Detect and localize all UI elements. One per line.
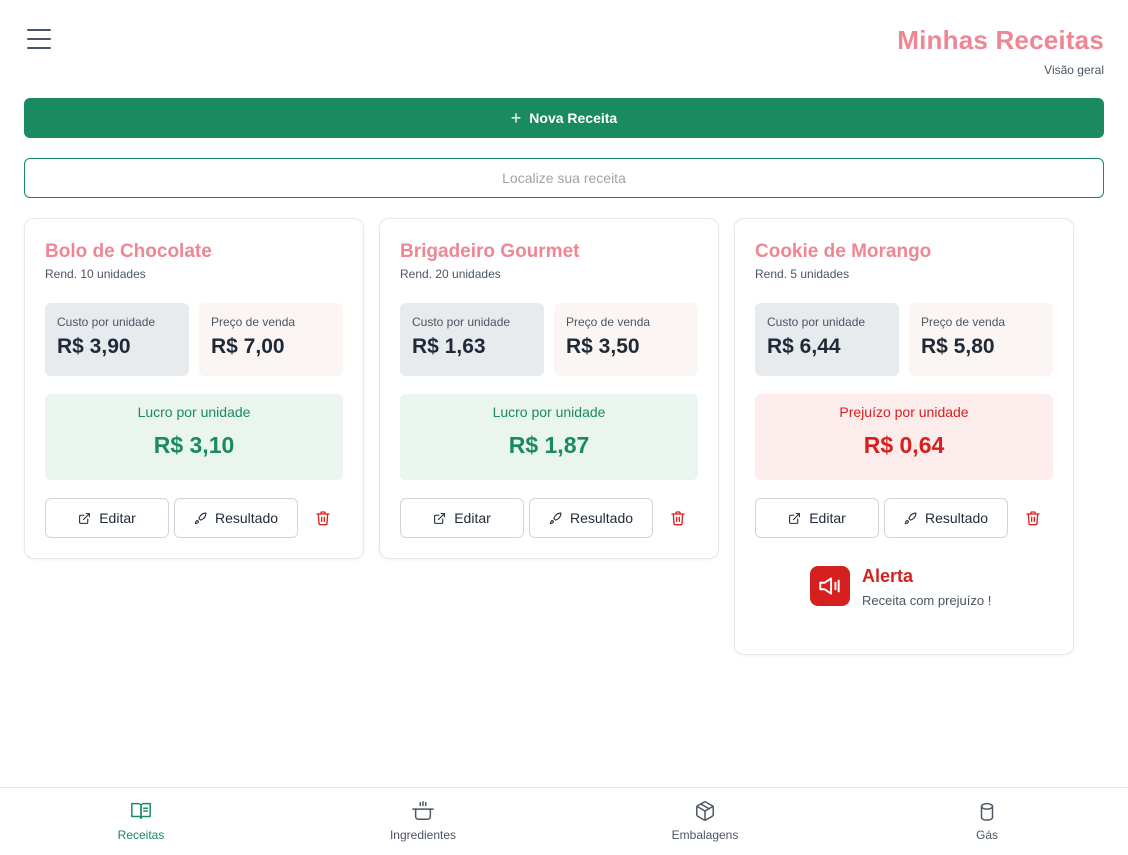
edit-label: Editar [809, 510, 846, 526]
megaphone-icon [810, 566, 850, 606]
price-label: Preço de venda [211, 315, 296, 329]
external-link-icon [434, 512, 446, 524]
result-label: Resultado [924, 510, 989, 526]
book-open-icon [131, 802, 151, 820]
gas-cylinder-icon [980, 802, 994, 821]
cost-value: R$ 1,63 [412, 335, 486, 358]
nav-label: Gás [975, 828, 998, 842]
page-title: Minhas Receitas [897, 25, 1104, 55]
nav-item-embalagens[interactable]: Embalagens [635, 800, 775, 842]
cost-label: Custo por unidade [412, 315, 511, 329]
sale-price: Preço de venda R$ 7,00 [199, 303, 343, 376]
result-label: Resultado [569, 510, 634, 526]
loss-label: Prejuízo por unidade [839, 404, 969, 420]
profit-value: R$ 3,10 [153, 432, 235, 458]
result-button[interactable]: Resultado [174, 498, 298, 538]
cost-label: Custo por unidade [57, 315, 156, 329]
edit-label: Editar [99, 510, 136, 526]
recipe-card: Cookie de Morango Rend. 5 unidades Custo… [734, 218, 1074, 655]
package-icon [696, 801, 714, 821]
nav-item-ingredientes[interactable]: Ingredientes [353, 800, 493, 842]
cost-label: Custo por unidade [767, 315, 866, 329]
loss-box: Prejuízo por unidade R$ 0,64 [755, 394, 1053, 480]
new-recipe-button[interactable]: + Nova Receita [24, 98, 1104, 138]
cost-per-unit: Custo por unidade R$ 6,44 [755, 303, 899, 376]
result-button[interactable]: Resultado [529, 498, 653, 538]
hamburger-menu-icon[interactable] [27, 29, 51, 49]
recipe-yield: Rend. 5 unidades [755, 267, 850, 281]
nav-label: Ingredientes [389, 828, 457, 842]
recipe-yield: Rend. 10 unidades [45, 267, 146, 281]
recipe-name: Bolo de Chocolate [45, 241, 212, 262]
search-input[interactable] [24, 158, 1104, 198]
alert-title: Alerta [862, 566, 914, 586]
price-value: R$ 3,50 [566, 335, 640, 358]
cost-value: R$ 6,44 [767, 335, 841, 358]
alert-text: Receita com prejuízo ! [862, 593, 992, 608]
external-link-icon [789, 512, 801, 524]
profit-label: Lucro por unidade [492, 404, 606, 420]
cost-per-unit: Custo por unidade R$ 3,90 [45, 303, 189, 376]
loss-alert: Alerta Receita com prejuízo ! [810, 566, 1030, 608]
price-value: R$ 7,00 [211, 335, 285, 358]
price-value: R$ 5,80 [921, 335, 995, 358]
nav-label: Receitas [117, 828, 165, 842]
rocket-icon [194, 512, 207, 524]
profit-box: Lucro por unidade R$ 3,10 [45, 394, 343, 480]
trash-icon[interactable] [670, 509, 686, 527]
result-label: Resultado [214, 510, 279, 526]
bottom-nav: Receitas Ingredientes Embalagens Gás [0, 787, 1128, 855]
nav-item-gas[interactable]: Gás [917, 800, 1057, 842]
recipe-card: Bolo de Chocolate Rend. 10 unidades Cust… [24, 218, 364, 559]
recipe-name: Cookie de Morango [755, 241, 932, 262]
sale-price: Preço de venda R$ 3,50 [554, 303, 698, 376]
rocket-icon [904, 512, 917, 524]
cost-value: R$ 3,90 [57, 335, 131, 358]
new-recipe-label: Nova Receita [529, 110, 618, 126]
result-button[interactable]: Resultado [884, 498, 1008, 538]
rocket-icon [549, 512, 562, 524]
edit-button[interactable]: Editar [755, 498, 879, 538]
edit-label: Editar [454, 510, 491, 526]
recipe-yield: Rend. 20 unidades [400, 267, 501, 281]
price-label: Preço de venda [566, 315, 651, 329]
cooking-pot-icon [412, 801, 434, 820]
price-label: Preço de venda [921, 315, 1006, 329]
nav-label: Embalagens [671, 828, 739, 842]
sale-price: Preço de venda R$ 5,80 [909, 303, 1053, 376]
external-link-icon [79, 512, 91, 524]
trash-icon[interactable] [315, 509, 331, 527]
plus-icon: + [510, 108, 522, 128]
page-subtitle: Visão geral [1044, 63, 1104, 77]
loss-value: R$ 0,64 [863, 432, 945, 458]
recipe-card: Brigadeiro Gourmet Rend. 20 unidades Cus… [379, 218, 719, 559]
profit-box: Lucro por unidade R$ 1,87 [400, 394, 698, 480]
recipe-name: Brigadeiro Gourmet [400, 241, 580, 262]
edit-button[interactable]: Editar [45, 498, 169, 538]
profit-label: Lucro por unidade [137, 404, 251, 420]
nav-item-receitas[interactable]: Receitas [71, 800, 211, 842]
cost-per-unit: Custo por unidade R$ 1,63 [400, 303, 544, 376]
trash-icon[interactable] [1025, 509, 1041, 527]
edit-button[interactable]: Editar [400, 498, 524, 538]
profit-value: R$ 1,87 [508, 432, 590, 458]
